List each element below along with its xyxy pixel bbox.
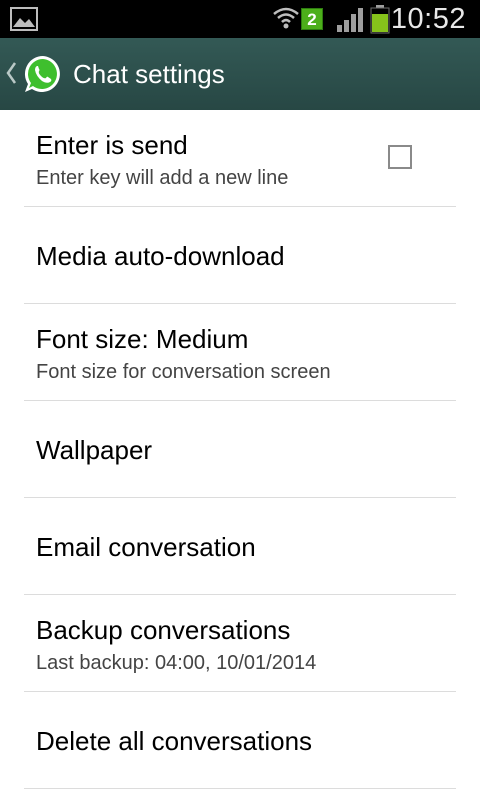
setting-title: Backup conversations (36, 615, 291, 645)
setting-title: Enter is send (36, 130, 188, 160)
setting-subtitle: Font size for conversation screen (36, 361, 331, 383)
setting-backup-conversations[interactable]: Backup conversations Last backup: 04:00,… (24, 595, 456, 692)
setting-font-size[interactable]: Font size: Medium Font size for conversa… (24, 304, 456, 401)
status-time: 10:52 (390, 3, 466, 35)
signal-icon (337, 8, 363, 32)
setting-delete-all-conversations[interactable]: Delete all conversations (24, 692, 456, 789)
setting-title: Wallpaper (36, 435, 153, 465)
setting-enter-is-send[interactable]: Enter is send Enter key will add a new l… (24, 110, 456, 207)
action-bar: Chat settings (0, 38, 480, 110)
setting-subtitle: Enter key will add a new line (36, 167, 289, 189)
sim-icon: 2 (301, 8, 323, 30)
gallery-icon (10, 7, 38, 31)
setting-email-conversation[interactable]: Email conversation (24, 498, 456, 595)
setting-title: Email conversation (36, 532, 256, 562)
status-bar: 2 10:52 (0, 0, 480, 38)
setting-title: Delete all conversations (36, 726, 313, 756)
wifi-icon (273, 7, 299, 29)
page-title: Chat settings (73, 59, 225, 89)
setting-title: Font size: Medium (36, 324, 249, 354)
enter-is-send-checkbox[interactable] (388, 145, 412, 169)
back-chevron-icon[interactable] (4, 58, 18, 88)
whatsapp-logo-icon[interactable] (22, 53, 64, 95)
setting-media-auto-download[interactable]: Media auto-download (24, 207, 456, 304)
setting-wallpaper[interactable]: Wallpaper (24, 401, 456, 498)
setting-subtitle: Last backup: 04:00, 10/01/2014 (36, 652, 317, 674)
setting-title: Media auto-download (36, 241, 285, 271)
battery-icon (370, 5, 390, 34)
